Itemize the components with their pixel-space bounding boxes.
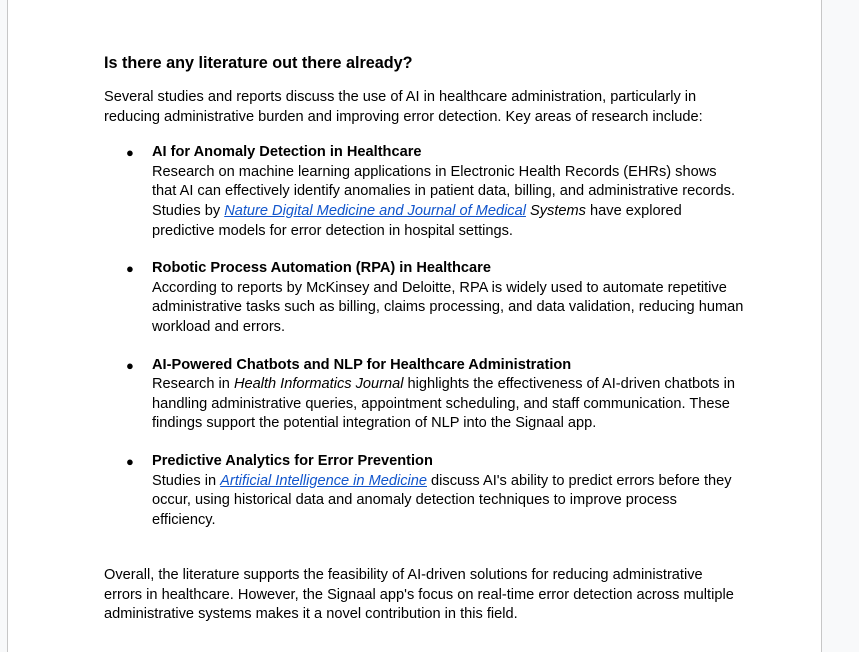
section-heading: Is there any literature out there alread… bbox=[104, 54, 413, 72]
body-text: Studies in bbox=[152, 472, 221, 489]
bullet-icon: ● bbox=[126, 261, 134, 277]
research-areas-list: ● AI for Anomaly Detection in Healthcare… bbox=[104, 143, 744, 530]
list-item-body: According to reports by McKinsey and Del… bbox=[152, 279, 744, 338]
scrollbar-track[interactable] bbox=[823, 0, 859, 652]
body-text: According to reports by McKinsey and Del… bbox=[152, 279, 744, 335]
list-item: ● Robotic Process Automation (RPA) in He… bbox=[104, 259, 744, 337]
citation-link[interactable]: Nature Digital Medicine and Journal of M… bbox=[224, 203, 526, 219]
list-item-body: Research on machine learning application… bbox=[152, 163, 744, 241]
bullet-icon: ● bbox=[126, 145, 134, 161]
list-item-title: AI-Powered Chatbots and NLP for Healthca… bbox=[152, 356, 572, 373]
list-item: ● Predictive Analytics for Error Prevent… bbox=[104, 452, 744, 530]
conclusion-paragraph: Overall, the literature supports the fea… bbox=[104, 567, 734, 623]
list-item-title: Robotic Process Automation (RPA) in Heal… bbox=[152, 260, 491, 277]
list-item-title: Predictive Analytics for Error Preventio… bbox=[152, 452, 433, 469]
document-canvas: Is there any literature out there alread… bbox=[0, 0, 859, 652]
intro-paragraph: Several studies and reports discuss the … bbox=[104, 89, 703, 125]
list-item: ● AI for Anomaly Detection in Healthcare… bbox=[104, 143, 744, 241]
document-content: Is there any literature out there alread… bbox=[104, 52, 744, 625]
italic-text: Health Informatics Journal bbox=[233, 376, 404, 393]
bullet-icon: ● bbox=[126, 453, 134, 469]
citation-link[interactable]: Artificial Intelligence in Medicine bbox=[220, 473, 427, 489]
document-page: Is there any literature out there alread… bbox=[7, 0, 822, 652]
list-item: ● AI-Powered Chatbots and NLP for Health… bbox=[104, 356, 744, 434]
list-item-body: Research in Health Informatics Journal h… bbox=[152, 375, 744, 434]
list-item-title: AI for Anomaly Detection in Healthcare bbox=[152, 144, 422, 161]
body-text: Research in bbox=[152, 376, 234, 393]
italic-text: Systems bbox=[525, 202, 586, 219]
list-item-body: Studies in Artificial Intelligence in Me… bbox=[152, 472, 744, 531]
bullet-icon: ● bbox=[126, 357, 134, 373]
